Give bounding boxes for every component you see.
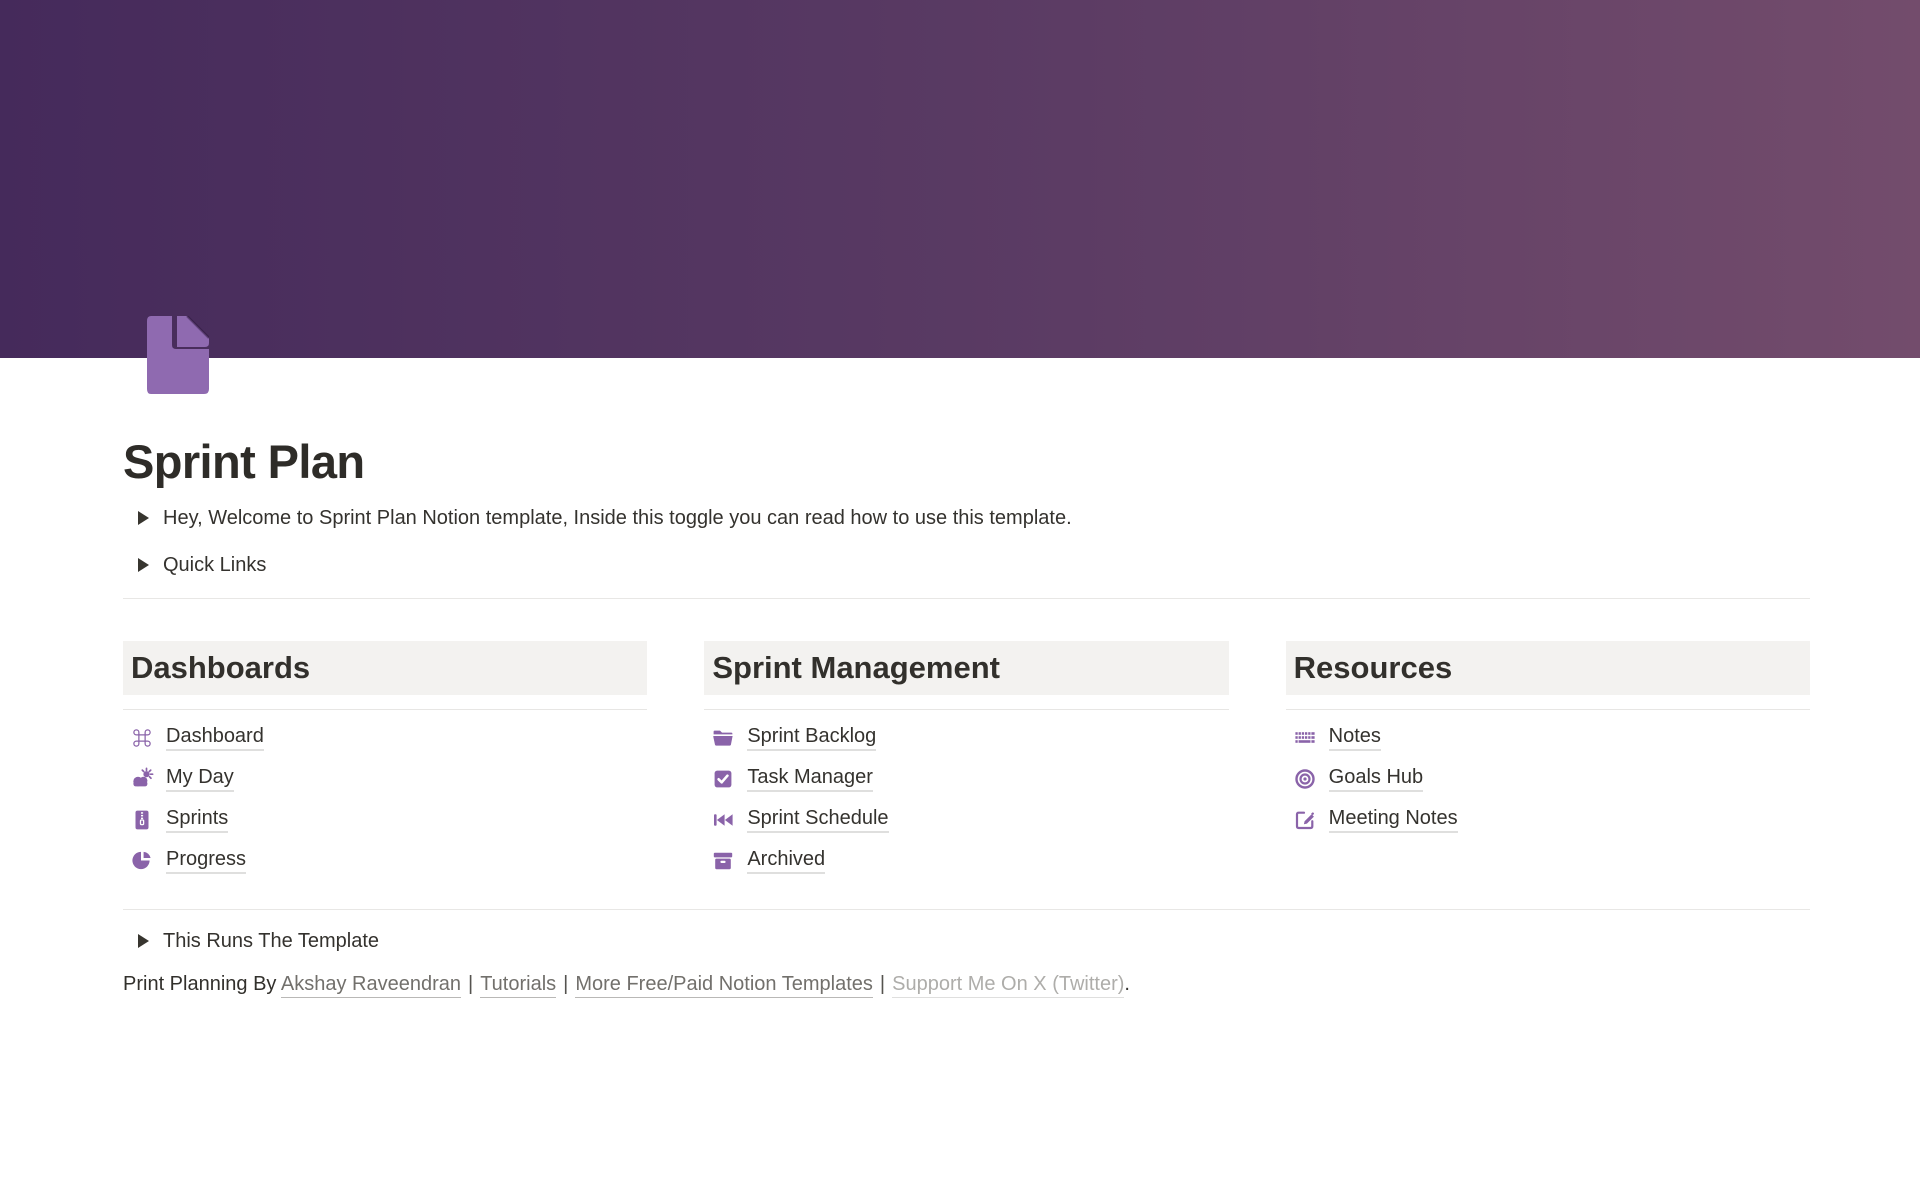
- toggle-welcome-label: Hey, Welcome to Sprint Plan Notion templ…: [163, 507, 1072, 530]
- keyboard-icon: [1293, 726, 1317, 750]
- divider: [704, 709, 1228, 710]
- toggle-arrow-icon[interactable]: [131, 506, 155, 530]
- toggle-quick-links-label: Quick Links: [163, 554, 266, 577]
- link-archived[interactable]: Archived: [704, 846, 1228, 876]
- toggle-arrow-icon[interactable]: [131, 553, 155, 577]
- column-heading-resources: Resources: [1286, 641, 1810, 695]
- target-icon: [1293, 767, 1317, 791]
- link-goals-hub[interactable]: Goals Hub: [1286, 764, 1810, 794]
- footer-separator: |: [880, 973, 885, 995]
- link-label: Archived: [747, 848, 825, 874]
- toggle-runs-template[interactable]: This Runs The Template: [123, 927, 1810, 955]
- divider: [1286, 709, 1810, 710]
- columns-layout: Dashboards Dashboard: [123, 641, 1810, 887]
- footer-suffix: .: [1124, 973, 1130, 995]
- column-sprint-management: Sprint Management Sprint Backlog: [704, 641, 1228, 887]
- pie-chart-icon: [130, 849, 154, 873]
- link-progress[interactable]: Progress: [123, 846, 647, 876]
- divider: [123, 598, 1810, 599]
- archive-box-icon: [711, 849, 735, 873]
- link-task-manager[interactable]: Task Manager: [704, 764, 1228, 794]
- footer-link-tutorials[interactable]: Tutorials: [480, 973, 556, 998]
- pencil-square-icon: [1293, 808, 1317, 832]
- link-notes[interactable]: Notes: [1286, 723, 1810, 753]
- column-dashboards: Dashboards Dashboard: [123, 641, 647, 887]
- toggle-welcome[interactable]: Hey, Welcome to Sprint Plan Notion templ…: [123, 504, 1810, 532]
- footer-prefix: Print Planning By: [123, 973, 281, 995]
- link-label: Goals Hub: [1329, 766, 1424, 792]
- folder-open-icon: [711, 726, 735, 750]
- footer-link-more-templates[interactable]: More Free/Paid Notion Templates: [575, 973, 873, 998]
- link-label: Sprints: [166, 807, 228, 833]
- page-content: Sprint Plan Hey, Welcome to Sprint Plan …: [123, 358, 1810, 999]
- link-label: Task Manager: [747, 766, 873, 792]
- link-sprint-schedule[interactable]: Sprint Schedule: [704, 805, 1228, 835]
- link-label: My Day: [166, 766, 234, 792]
- link-label: Progress: [166, 848, 246, 874]
- divider: [123, 709, 647, 710]
- file-zip-icon: [130, 808, 154, 832]
- footer-link-twitter[interactable]: Support Me On X (Twitter): [892, 973, 1124, 998]
- divider: [123, 909, 1810, 910]
- link-label: Sprint Schedule: [747, 807, 888, 833]
- footer-credits: Print Planning By Akshay Raveendran | Tuto…: [123, 969, 1810, 999]
- column-resources: Resources: [1286, 641, 1810, 887]
- toggle-arrow-icon[interactable]: [131, 929, 155, 953]
- column-heading-dashboards: Dashboards: [123, 641, 647, 695]
- link-label: Meeting Notes: [1329, 807, 1458, 833]
- column-heading-sprint-management: Sprint Management: [704, 641, 1228, 695]
- link-dashboard[interactable]: Dashboard: [123, 723, 647, 753]
- link-my-day[interactable]: My Day: [123, 764, 647, 794]
- page-cover: [0, 0, 1920, 358]
- link-label: Dashboard: [166, 725, 264, 751]
- link-sprint-backlog[interactable]: Sprint Backlog: [704, 723, 1228, 753]
- link-sprints[interactable]: Sprints: [123, 805, 647, 835]
- footer-link-author[interactable]: Akshay Raveendran: [281, 973, 461, 998]
- sun-cloud-icon: [130, 767, 154, 791]
- footer-separator: |: [468, 973, 473, 995]
- link-meeting-notes[interactable]: Meeting Notes: [1286, 805, 1810, 835]
- footer-separator: |: [563, 973, 568, 995]
- page-title: Sprint Plan: [123, 434, 1810, 490]
- toggle-runs-template-label: This Runs The Template: [163, 930, 379, 953]
- rewind-icon: [711, 808, 735, 832]
- link-label: Notes: [1329, 725, 1381, 751]
- check-square-icon: [711, 767, 735, 791]
- toggle-quick-links[interactable]: Quick Links: [123, 551, 1810, 579]
- command-icon: [130, 726, 154, 750]
- link-label: Sprint Backlog: [747, 725, 876, 751]
